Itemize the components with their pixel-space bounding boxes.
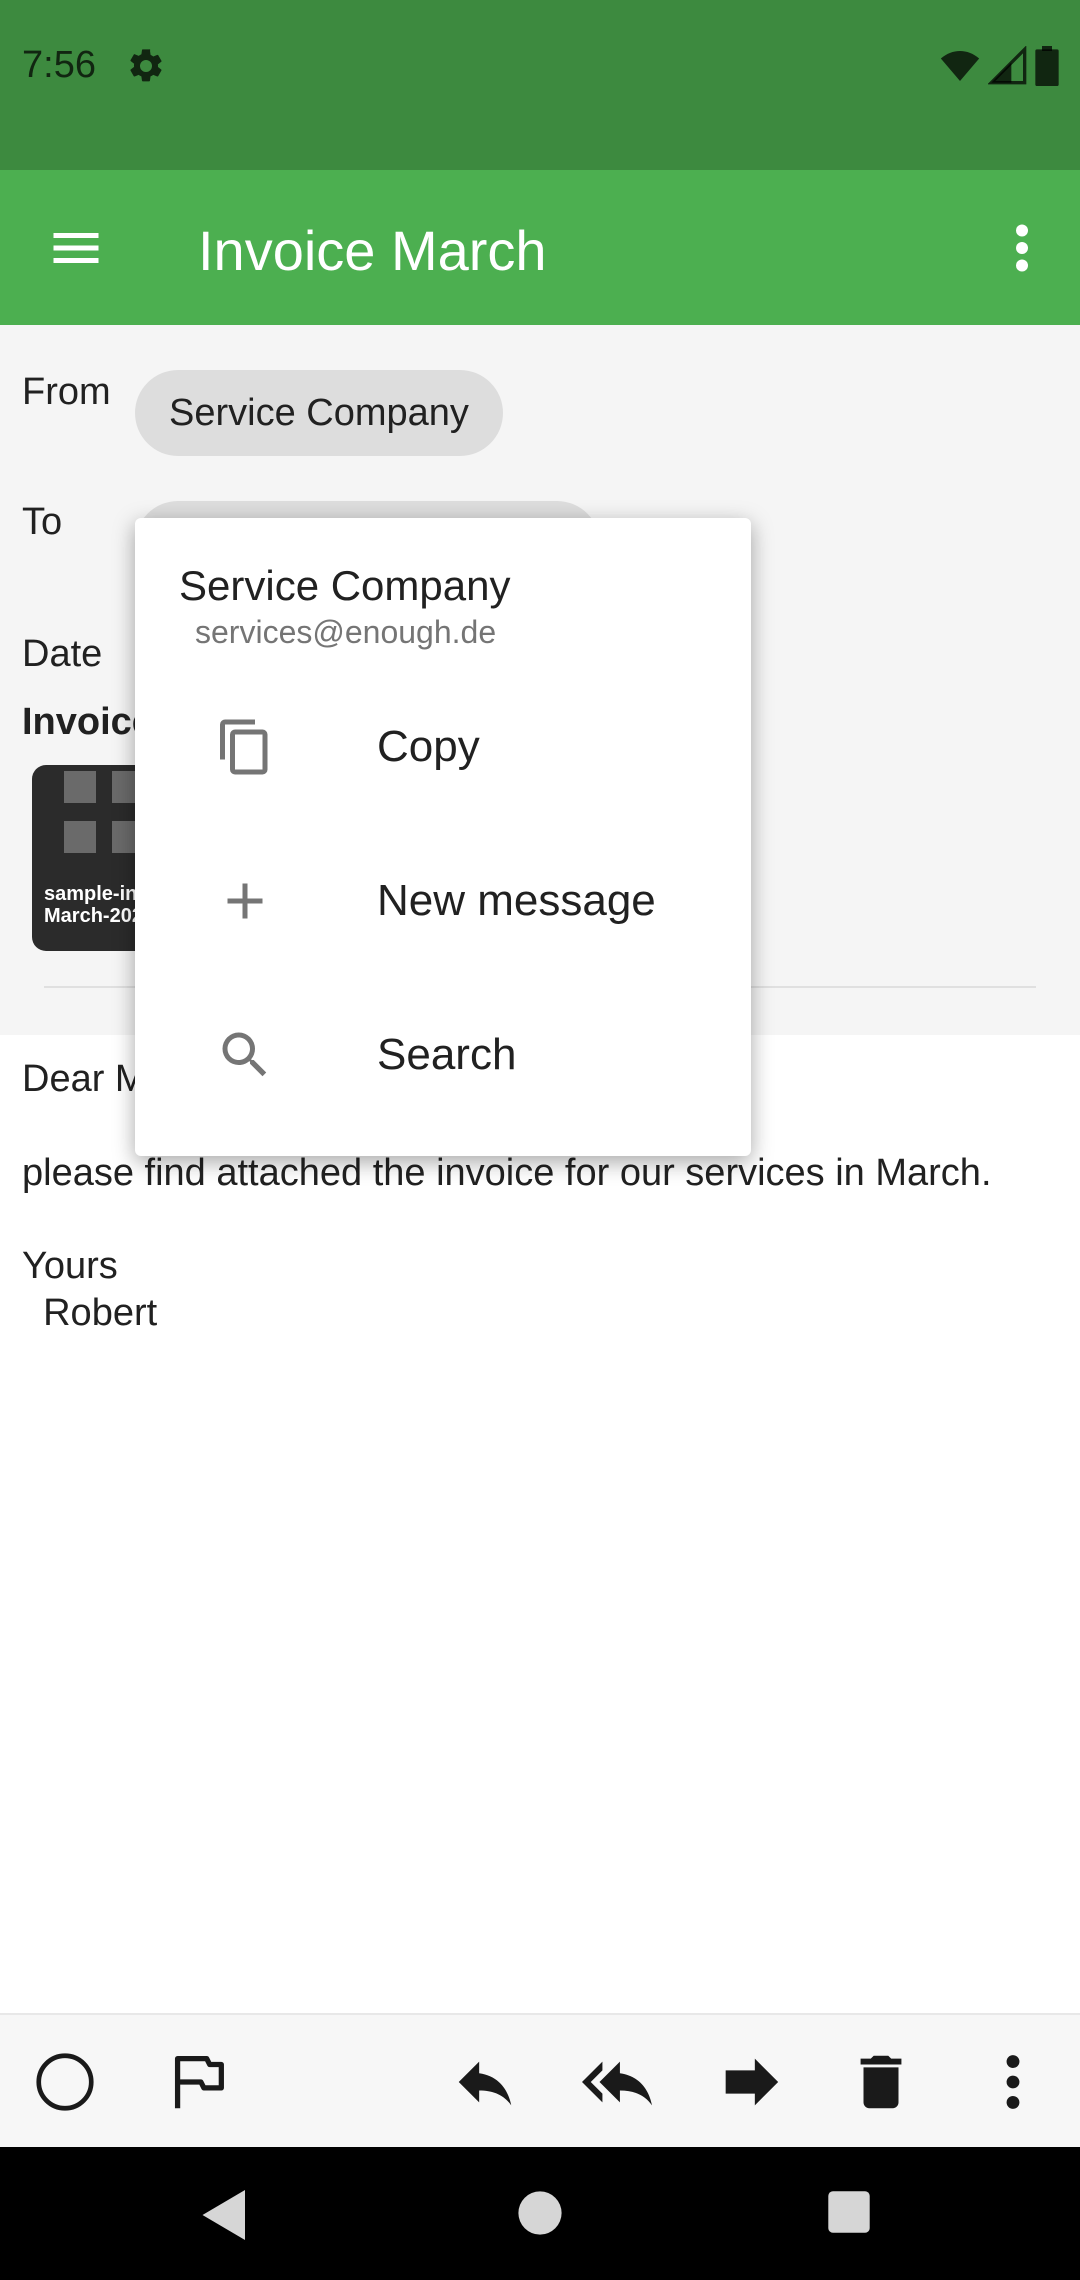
wifi-icon <box>940 51 980 81</box>
back-icon[interactable] <box>200 2187 250 2243</box>
more-vert-icon[interactable] <box>978 2047 1048 2117</box>
battery-icon <box>1035 46 1059 86</box>
forward-icon[interactable] <box>714 2047 784 2117</box>
menu-item-label: Copy <box>377 722 480 771</box>
popup-contact-email: services@enough.de <box>195 614 497 650</box>
contact-popup-menu: Service Company services@enough.de Copy … <box>135 518 751 1156</box>
delete-icon[interactable] <box>846 2047 916 2117</box>
page-title: Invoice March <box>198 219 547 282</box>
app-bar: Invoice March <box>0 170 1080 325</box>
menu-item-label: New message <box>377 876 656 925</box>
status-time: 7:56 <box>22 44 96 86</box>
bottom-action-bar <box>0 2013 1080 2147</box>
hamburger-menu-icon[interactable] <box>46 218 106 278</box>
body-line: please find attached the invoice for our… <box>22 1152 992 1194</box>
from-chip[interactable]: Service Company <box>135 370 503 456</box>
status-bar: 7:56 <box>0 0 1080 170</box>
menu-item-copy[interactable]: Copy <box>135 670 751 824</box>
date-label: Date <box>22 633 103 675</box>
from-label: From <box>22 371 111 413</box>
unread-circle-icon[interactable] <box>30 2047 100 2117</box>
copy-icon <box>220 719 268 775</box>
cellular-signal-icon <box>988 46 1027 85</box>
home-icon[interactable] <box>516 2189 564 2237</box>
menu-item-label: Search <box>377 1030 517 1079</box>
settings-gear-icon <box>130 49 162 82</box>
menu-item-search[interactable]: Search <box>135 978 751 1132</box>
popup-contact-name: Service Company <box>179 562 511 609</box>
status-icons <box>938 46 1060 86</box>
reply-icon[interactable] <box>450 2047 520 2117</box>
menu-item-new-message[interactable]: New message <box>135 824 751 978</box>
more-vert-icon[interactable] <box>1002 218 1042 278</box>
body-signature: Robert <box>22 1292 158 1334</box>
body-closing: Yours <box>22 1245 118 1287</box>
reply-all-icon[interactable] <box>582 2047 652 2117</box>
plus-icon <box>227 883 263 919</box>
search-icon <box>222 1032 267 1077</box>
system-nav-bar <box>0 2147 1080 2280</box>
recents-icon[interactable] <box>826 2189 872 2235</box>
flag-icon[interactable] <box>163 2047 233 2117</box>
to-label: To <box>22 501 63 543</box>
